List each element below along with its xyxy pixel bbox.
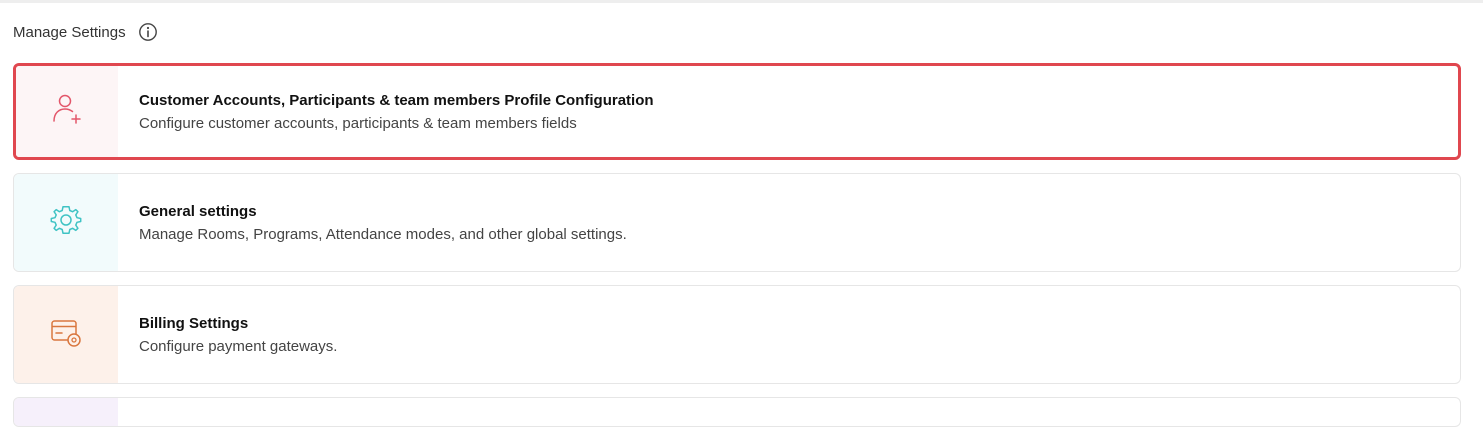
gear-icon <box>48 202 84 243</box>
card-icon-container <box>16 66 118 157</box>
card-description: Configure payment gateways. <box>139 337 338 355</box>
card-title: Customer Accounts, Participants & team m… <box>139 91 654 109</box>
card-body: General settings Manage Rooms, Programs,… <box>118 174 627 271</box>
card-title: General settings <box>139 202 257 220</box>
top-divider <box>0 0 1483 3</box>
card-description: Configure customer accounts, participant… <box>139 114 577 132</box>
info-icon[interactable] <box>138 22 158 42</box>
card-icon-container <box>14 398 118 426</box>
card-icon-container <box>14 174 118 271</box>
card-icon-container <box>14 286 118 383</box>
settings-card-profile-configuration[interactable]: Customer Accounts, Participants & team m… <box>13 63 1461 160</box>
settings-card-billing[interactable]: Billing Settings Configure payment gatew… <box>13 285 1461 384</box>
add-user-icon <box>49 91 85 132</box>
section-title: Manage Settings <box>13 23 126 41</box>
settings-card-partial[interactable] <box>13 397 1461 427</box>
section-header: Manage Settings <box>13 22 158 42</box>
billing-settings-icon <box>48 314 84 355</box>
settings-card-general[interactable]: General settings Manage Rooms, Programs,… <box>13 173 1461 272</box>
card-body: Billing Settings Configure payment gatew… <box>118 286 337 383</box>
card-description: Manage Rooms, Programs, Attendance modes… <box>139 225 627 243</box>
card-body: Customer Accounts, Participants & team m… <box>118 66 654 157</box>
card-title: Billing Settings <box>139 314 249 332</box>
